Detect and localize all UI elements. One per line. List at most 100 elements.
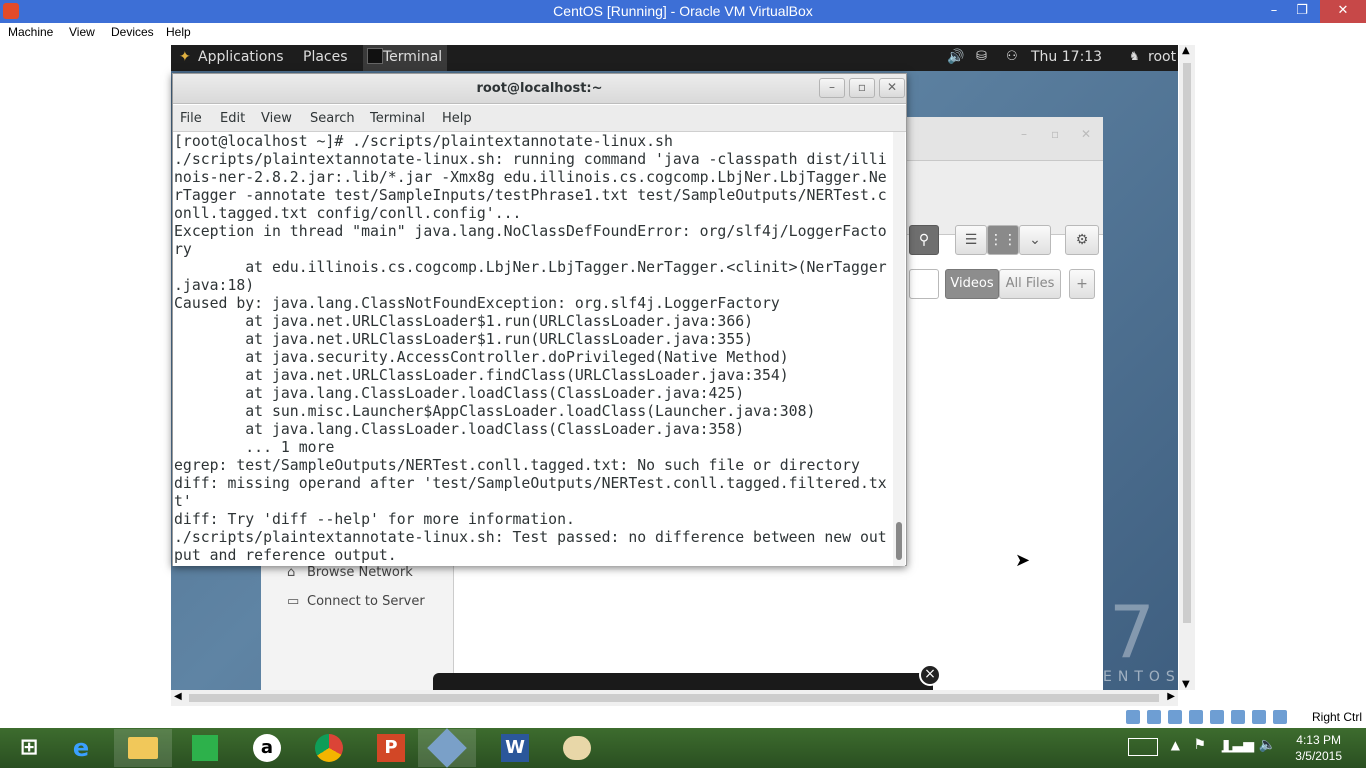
terminal-scrollbar-thumb[interactable] xyxy=(896,522,902,560)
terminal-line: rTagger -annotate test/SampleInputs/test… xyxy=(174,187,887,204)
host-minimize-button[interactable]: – xyxy=(1260,0,1288,23)
store-icon xyxy=(192,735,218,761)
terminal-menu-search[interactable]: Search xyxy=(310,111,355,126)
terminal-maximize-button[interactable]: ▫ xyxy=(849,78,875,98)
fm-close-icon[interactable]: ✕ xyxy=(1081,127,1091,141)
hdd-icon[interactable] xyxy=(1126,710,1140,724)
taskbar-powerpoint[interactable]: P xyxy=(362,729,420,767)
fm-maximize-icon[interactable]: ▫ xyxy=(1051,127,1059,141)
terminal-menu-terminal[interactable]: Terminal xyxy=(370,111,425,126)
taskbar-word[interactable]: W xyxy=(486,729,544,767)
sidebar-item-label: Browse Network xyxy=(307,565,413,580)
volume-icon[interactable]: 🔊 xyxy=(947,49,964,65)
speaker-icon[interactable]: 🔈 xyxy=(1259,737,1276,753)
terminal-output[interactable]: [root@localhost ~]# ./scripts/plaintexta… xyxy=(173,132,893,566)
mouse-integration-icon[interactable] xyxy=(1273,710,1287,724)
taskbar-clock[interactable]: 4:13 PM 3/5/2015 xyxy=(1295,732,1342,764)
usb-icon[interactable] xyxy=(1168,710,1182,724)
taskbar-amazon[interactable]: a xyxy=(238,729,296,767)
applications-menu[interactable]: Applications xyxy=(198,49,284,65)
host-horizontal-scrollbar[interactable]: ◀ ▶ xyxy=(171,690,1178,706)
search-chip-videos[interactable]: Videos xyxy=(945,269,999,299)
terminal-menu-edit[interactable]: Edit xyxy=(220,111,245,126)
menu-help[interactable]: Help xyxy=(166,25,191,39)
host-vertical-scrollbar[interactable]: ▲ ▼ xyxy=(1179,45,1195,690)
fm-minimize-icon[interactable]: – xyxy=(1021,127,1027,141)
search-field[interactable] xyxy=(909,269,939,299)
notification-close-icon[interactable]: × xyxy=(919,664,941,686)
taskbar-store[interactable] xyxy=(176,729,234,767)
optical-drive-icon[interactable] xyxy=(1147,710,1161,724)
view-options-button[interactable]: ⌄ xyxy=(1019,225,1051,255)
wifi-signal-icon[interactable]: ▁▃▅ xyxy=(1222,737,1254,753)
action-center-flag-icon[interactable]: ⚑ xyxy=(1193,737,1206,753)
host-vscroll-thumb[interactable] xyxy=(1183,63,1191,623)
device-status-icons[interactable] xyxy=(1126,710,1311,724)
host-maximize-button[interactable]: ❐ xyxy=(1288,0,1316,23)
terminal-title: root@localhost:~ xyxy=(476,81,603,96)
terminal-line: diff: Try 'diff --help' for more informa… xyxy=(174,511,575,528)
menu-view[interactable]: View xyxy=(69,25,95,39)
terminal-menu-view[interactable]: View xyxy=(261,111,292,126)
terminal-line: nois-ner-2.8.2.jar:.lib/*.jar -Xmx8g edu… xyxy=(174,169,887,186)
shared-folder-icon[interactable] xyxy=(1210,710,1224,724)
menu-devices[interactable]: Devices xyxy=(111,25,154,39)
panel-clock[interactable]: Thu 17:13 xyxy=(1031,49,1102,65)
scroll-left-icon[interactable]: ◀ xyxy=(174,691,182,702)
user-menu[interactable]: root xyxy=(1148,49,1176,65)
settings-button[interactable]: ⚙ xyxy=(1065,225,1099,255)
notification-banner[interactable] xyxy=(433,673,933,690)
places-menu[interactable]: Places xyxy=(303,49,348,65)
terminal-window[interactable]: root@localhost:~ – ▫ ✕ File Edit View Se… xyxy=(172,73,907,566)
terminal-menu-file[interactable]: File xyxy=(180,111,202,126)
scroll-down-icon[interactable]: ▼ xyxy=(1182,679,1190,690)
taskbar-paint[interactable] xyxy=(548,729,606,767)
terminal-line: ... 1 more xyxy=(174,439,335,456)
terminal-line: at java.lang.ClassLoader.loadClass(Class… xyxy=(174,421,745,438)
terminal-icon xyxy=(367,48,383,64)
terminal-line: t' xyxy=(174,493,192,510)
sidebar-item-connect-to-server[interactable]: ▭ Connect to Server xyxy=(287,594,425,609)
terminal-taskbutton[interactable]: Terminal xyxy=(363,45,447,71)
list-view-button[interactable]: ☰ xyxy=(955,225,987,255)
scroll-right-icon[interactable]: ▶ xyxy=(1167,691,1175,702)
powerpoint-icon: P xyxy=(377,734,405,762)
menu-machine[interactable]: Machine xyxy=(8,25,53,39)
host-menubar: Machine View Devices Help xyxy=(0,23,1366,44)
taskbar-virtualbox[interactable] xyxy=(418,728,476,768)
centos-wordmark: ENTOS xyxy=(1103,669,1178,685)
display-icon[interactable] xyxy=(1231,710,1245,724)
terminal-minimize-button[interactable]: – xyxy=(819,78,845,98)
host-hscroll-thumb[interactable] xyxy=(189,694,1159,702)
start-button[interactable]: ⊞ xyxy=(0,729,58,767)
accessibility-icon[interactable]: ⚇ xyxy=(1006,49,1018,64)
amazon-icon: a xyxy=(253,734,281,762)
terminal-menu-help[interactable]: Help xyxy=(442,111,472,126)
taskbar-internet-explorer[interactable]: e xyxy=(52,729,110,767)
gear-icon: ⚙ xyxy=(1075,232,1089,248)
mouse-cursor-icon: ➤ xyxy=(1015,550,1031,571)
grid-view-button[interactable]: ⋮⋮ xyxy=(987,225,1019,255)
terminal-menubar: File Edit View Search Terminal Help xyxy=(173,105,906,132)
network-icon[interactable]: ⛁ xyxy=(976,49,987,64)
taskbar-file-explorer[interactable] xyxy=(114,729,172,767)
search-button[interactable]: ⚲ xyxy=(909,225,939,255)
paint-palette-icon xyxy=(563,736,591,760)
terminal-scrollbar[interactable] xyxy=(893,132,905,566)
terminal-close-button[interactable]: ✕ xyxy=(879,78,905,98)
host-close-button[interactable]: ✕ xyxy=(1320,0,1366,23)
taskbar-chrome[interactable] xyxy=(300,729,358,767)
sidebar-item-browse-network[interactable]: ⌂ Browse Network xyxy=(287,565,413,580)
scroll-up-icon[interactable]: ▲ xyxy=(1182,45,1190,56)
search-chip-all-files[interactable]: All Files xyxy=(999,269,1061,299)
terminal-line: Exception in thread "main" java.lang.NoC… xyxy=(174,223,887,240)
virtualbox-icon xyxy=(427,728,467,768)
terminal-line: at java.security.AccessController.doPriv… xyxy=(174,349,789,366)
network-adapter-icon[interactable] xyxy=(1189,710,1203,724)
terminal-titlebar[interactable]: root@localhost:~ – ▫ ✕ xyxy=(173,74,906,104)
touch-keyboard-icon[interactable] xyxy=(1128,738,1158,756)
add-filter-button[interactable]: + xyxy=(1069,269,1095,299)
terminal-line: .java:18) xyxy=(174,277,255,294)
video-capture-icon[interactable] xyxy=(1252,710,1266,724)
show-hidden-icons-icon[interactable]: ▲ xyxy=(1171,738,1180,752)
